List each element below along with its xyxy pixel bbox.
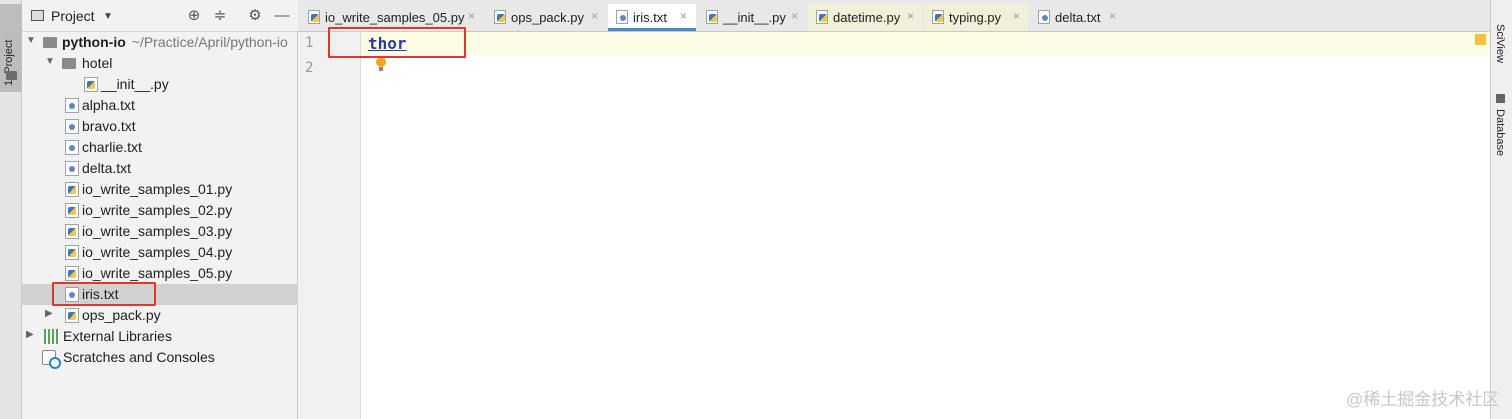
text-file-icon (616, 10, 628, 24)
collapse-icon[interactable]: ≑ (210, 6, 230, 26)
python-file-icon (932, 10, 944, 24)
watermark: @稀土掘金技术社区 (1346, 390, 1500, 409)
tab-iris-txt[interactable]: iris.txt × (608, 4, 696, 31)
python-file-icon (308, 10, 320, 24)
tree-item-label: hotel (82, 55, 113, 71)
python-file-icon (816, 10, 828, 24)
tree-item-label: delta.txt (82, 160, 132, 176)
tree-item-scratches[interactable]: Scratches and Consoles (22, 347, 298, 369)
project-view-icon (31, 10, 44, 21)
locate-icon[interactable]: ⊕ (184, 6, 204, 26)
tree-item-label: charlie.txt (82, 139, 142, 155)
tree-item-label: bravo.txt (82, 118, 136, 134)
tree-item-file[interactable]: alpha.txt (22, 95, 298, 116)
left-tool-strip: 1: Project (0, 0, 22, 419)
tree-item-file[interactable]: io_write_samples_05.py (22, 263, 298, 284)
database-tab-label: Database (1494, 109, 1506, 157)
tree-item-label: Scratches and Consoles (63, 349, 215, 365)
folder-icon (43, 37, 57, 48)
chevron-down-icon[interactable]: ▼ (103, 11, 113, 22)
close-icon[interactable]: × (591, 9, 598, 23)
tree-item-label: python-io (62, 34, 126, 50)
highlight-box-tree (52, 282, 156, 306)
project-view-selector[interactable]: Project (51, 8, 95, 24)
python-file-icon (706, 10, 718, 24)
text-file-icon (1038, 10, 1050, 24)
python-file-icon (65, 203, 79, 218)
tab-delta-txt[interactable]: delta.txt × (1030, 4, 1124, 31)
folder-icon (6, 71, 17, 80)
python-file-icon (65, 266, 79, 281)
tree-item-label: __init__.py (101, 76, 169, 92)
project-panel: Project ▼ ⊕ ≑ ⚙ — ▼ python-io ~/Practice/… (22, 0, 298, 419)
expand-arrow-icon[interactable]: ▶ (45, 308, 53, 319)
text-file-icon (65, 140, 79, 155)
text-file-icon (65, 119, 79, 134)
tree-item-label: io_write_samples_05.py (82, 265, 233, 281)
python-file-icon (65, 182, 79, 197)
close-icon[interactable]: × (1109, 9, 1116, 23)
close-icon[interactable]: × (1013, 9, 1020, 23)
tab-datetime-py[interactable]: datetime.py × (808, 4, 922, 31)
project-panel-header: Project ▼ ⊕ ≑ ⚙ — (22, 0, 298, 32)
python-file-icon (65, 224, 79, 239)
tree-item-path: ~/Practice/April/python-io (131, 34, 288, 50)
python-file-icon (65, 245, 79, 260)
python-file-icon (65, 308, 79, 323)
tree-item-file[interactable]: ▶ ops_pack.py (22, 305, 298, 326)
tab-typing-py[interactable]: typing.py × (924, 4, 1028, 31)
code-editor[interactable]: thor (361, 32, 1490, 419)
close-icon[interactable]: × (907, 9, 914, 23)
tree-item-file[interactable]: io_write_samples_02.py (22, 200, 298, 221)
lightbulb-icon[interactable] (376, 57, 386, 71)
tree-item-label: io_write_samples_04.py (82, 244, 233, 260)
sciview-tab-label: SciView (1494, 24, 1506, 63)
tree-item-file[interactable]: bravo.txt (22, 116, 298, 137)
python-file-icon (84, 77, 98, 92)
tab-init-py[interactable]: __init__.py × (698, 4, 806, 31)
tree-item-file[interactable]: charlie.txt (22, 137, 298, 158)
tree-item-label: alpha.txt (82, 97, 135, 113)
tree-item-external-libraries[interactable]: ▶ External Libraries (22, 326, 298, 347)
expand-arrow-icon[interactable]: ▼ (45, 56, 55, 67)
current-line-highlight (361, 32, 1490, 55)
close-icon[interactable]: × (468, 9, 475, 23)
tree-item-root[interactable]: ▼ python-io ~/Practice/April/python-io (22, 32, 298, 53)
minimize-icon[interactable]: — (272, 6, 292, 26)
scratch-icon (42, 350, 61, 369)
gear-icon[interactable]: ⚙ (245, 6, 265, 26)
warning-marker-icon[interactable] (1475, 34, 1486, 45)
sciview-tool-tab[interactable]: SciView (1494, 24, 1506, 63)
tree-item-file[interactable]: io_write_samples_04.py (22, 242, 298, 263)
folder-icon (62, 58, 76, 69)
tree-item-file[interactable]: __init__.py (22, 74, 298, 95)
database-tool-tab[interactable]: Database (1494, 94, 1506, 156)
text-file-icon (65, 98, 79, 113)
tree-item-file[interactable]: io_write_samples_01.py (22, 179, 298, 200)
line-number: 2 (305, 60, 314, 76)
editor-tab-bar: io_write_samples_05.py × ops_pack.py × i… (298, 0, 1490, 32)
tree-item-label: ops_pack.py (82, 307, 161, 323)
editor-gutter: 1 2 (298, 32, 361, 419)
tree-item-label: io_write_samples_02.py (82, 202, 233, 218)
tab-ops-pack[interactable]: ops_pack.py × (486, 4, 606, 31)
tree-item-file[interactable]: delta.txt (22, 158, 298, 179)
tree-item-label: External Libraries (63, 328, 172, 344)
database-icon (1495, 94, 1505, 103)
python-file-icon (494, 10, 506, 24)
tree-item-folder[interactable]: ▼ hotel (22, 53, 298, 74)
library-icon (44, 329, 58, 344)
text-file-icon (65, 161, 79, 176)
project-tool-tab[interactable]: 1: Project (0, 4, 22, 92)
highlight-box-editor (328, 27, 466, 58)
tree-item-label: io_write_samples_01.py (82, 181, 233, 197)
tree-item-file[interactable]: io_write_samples_03.py (22, 221, 298, 242)
expand-arrow-icon[interactable]: ▶ (26, 329, 34, 340)
right-tool-strip: SciView Database (1490, 0, 1512, 419)
tree-item-label: io_write_samples_03.py (82, 223, 233, 239)
close-icon[interactable]: × (791, 9, 798, 23)
expand-arrow-icon[interactable]: ▼ (26, 35, 36, 46)
line-number: 1 (305, 35, 314, 51)
close-icon[interactable]: × (680, 9, 687, 23)
